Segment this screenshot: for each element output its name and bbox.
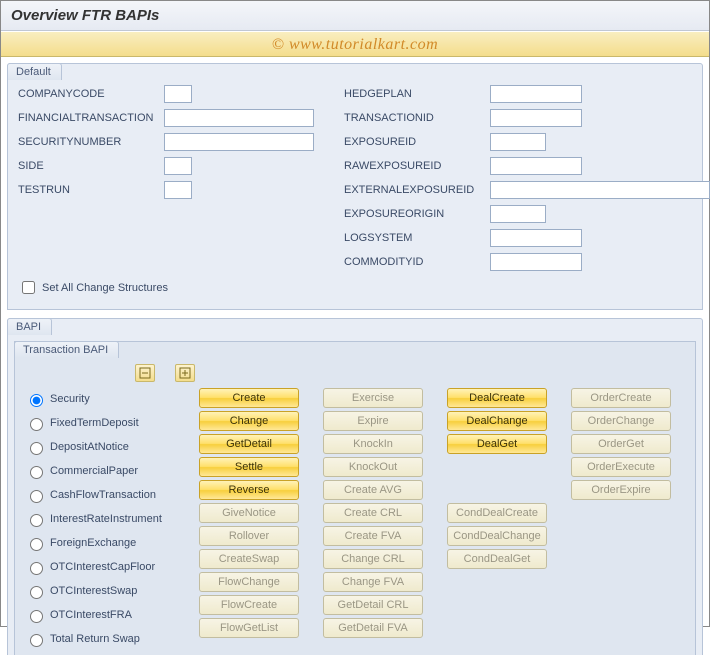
btn-orderget: OrderGet: [571, 434, 671, 454]
radio-label-7: OTCInterestCapFloor: [50, 561, 155, 573]
btn-flowgetlist: FlowGetList: [199, 618, 299, 638]
radio-commercialpaper[interactable]: [30, 466, 43, 479]
default-right-label-3: RAWEXPOSUREID: [344, 160, 484, 172]
default-right-label-6: LOGSYSTEM: [344, 232, 484, 244]
collapse-all-icon[interactable]: [135, 364, 155, 382]
default-left-label-1: FINANCIALTRANSACTION: [18, 112, 158, 124]
default-right-label-1: TRANSACTIONID: [344, 112, 484, 124]
groupbox-default-title: Default: [7, 63, 62, 80]
radio-label-8: OTCInterestSwap: [50, 585, 137, 597]
btn-change[interactable]: Change: [199, 411, 299, 431]
subgroup-transaction-bapi-title: Transaction BAPI: [14, 341, 119, 358]
btn-flowcreate: FlowCreate: [199, 595, 299, 615]
btn-changefva: Change FVA: [323, 572, 423, 592]
radio-label-3: CommercialPaper: [50, 465, 138, 477]
default-left-input-securitynumber[interactable]: [164, 133, 314, 151]
radio-label-5: InterestRateInstrument: [50, 513, 162, 525]
radio-label-0: Security: [50, 393, 90, 405]
radio-totalreturnswap[interactable]: [30, 634, 43, 647]
default-left-input-testrun[interactable]: [164, 181, 192, 199]
default-left-input-financialtransaction[interactable]: [164, 109, 314, 127]
radio-cashflowtransaction[interactable]: [30, 490, 43, 503]
watermark: © www.tutorialkart.com: [272, 36, 438, 53]
default-right-label-7: COMMODITYID: [344, 256, 484, 268]
page-title: Overview FTR BAPIs: [1, 1, 709, 31]
btn-createswap: CreateSwap: [199, 549, 299, 569]
btn-dealcreate[interactable]: DealCreate: [447, 388, 547, 408]
radio-label-4: CashFlowTransaction: [50, 489, 156, 501]
radio-otcinterestswap[interactable]: [30, 586, 43, 599]
radio-security[interactable]: [30, 394, 43, 407]
btn-createavg: Create AVG: [323, 480, 423, 500]
radio-label-9: OTCInterestFRA: [50, 609, 132, 621]
default-right-label-5: EXPOSUREORIGIN: [344, 208, 484, 220]
groupbox-bapi: BAPI Transaction BAPI Security FixedTermD…: [7, 318, 703, 655]
default-left-input-companycode[interactable]: [164, 85, 192, 103]
default-right-input-exposureorigin[interactable]: [490, 205, 546, 223]
btn-getdetail[interactable]: GetDetail: [199, 434, 299, 454]
expand-all-icon[interactable]: [175, 364, 195, 382]
btn-ordercreate: OrderCreate: [571, 388, 671, 408]
btn-createfva: Create FVA: [323, 526, 423, 546]
default-left-label-4: TESTRUN: [18, 184, 158, 196]
btn-createcrl: Create CRL: [323, 503, 423, 523]
default-left-label-2: SECURITYNUMBER: [18, 136, 158, 148]
btn-orderchange: OrderChange: [571, 411, 671, 431]
btn-settle[interactable]: Settle: [199, 457, 299, 477]
btn-getdetailfva: GetDetail FVA: [323, 618, 423, 638]
default-right-label-4: EXTERNALEXPOSUREID: [344, 184, 484, 196]
radio-depositatnotice[interactable]: [30, 442, 43, 455]
btn-rollover: Rollover: [199, 526, 299, 546]
btn-conddealcreate: CondDealCreate: [447, 503, 547, 523]
radio-fixedtermdeposit[interactable]: [30, 418, 43, 431]
btn-conddealget: CondDealGet: [447, 549, 547, 569]
default-right-input-externalexposureid[interactable]: [490, 181, 710, 199]
default-right-input-exposureid[interactable]: [490, 133, 546, 151]
btn-reverse[interactable]: Reverse: [199, 480, 299, 500]
default-right-input-transactionid[interactable]: [490, 109, 582, 127]
default-right-input-rawexposureid[interactable]: [490, 157, 582, 175]
set-all-change-structures-label: Set All Change Structures: [42, 282, 168, 294]
radio-label-1: FixedTermDeposit: [50, 417, 139, 429]
radio-otcinterestfra[interactable]: [30, 610, 43, 623]
default-left-input-side[interactable]: [164, 157, 192, 175]
btn-orderexpire: OrderExpire: [571, 480, 671, 500]
default-right-input-commodityid[interactable]: [490, 253, 582, 271]
default-right-label-0: HEDGEPLAN: [344, 88, 484, 100]
btn-flowchange: FlowChange: [199, 572, 299, 592]
radio-foreignexchange[interactable]: [30, 538, 43, 551]
btn-knockout: KnockOut: [323, 457, 423, 477]
radio-interestrateinstrument[interactable]: [30, 514, 43, 527]
btn-orderexecute: OrderExecute: [571, 457, 671, 477]
toolbar-strip: © www.tutorialkart.com: [1, 31, 709, 57]
subgroup-transaction-bapi: Transaction BAPI Security FixedTermDeposi…: [14, 341, 696, 655]
btn-conddealchange: CondDealChange: [447, 526, 547, 546]
btn-getdetailcrl: GetDetail CRL: [323, 595, 423, 615]
btn-exercise: Exercise: [323, 388, 423, 408]
default-right-label-2: EXPOSUREID: [344, 136, 484, 148]
groupbox-bapi-title: BAPI: [7, 318, 52, 335]
radio-label-2: DepositAtNotice: [50, 441, 129, 453]
default-left-label-0: COMPANYCODE: [18, 88, 158, 100]
groupbox-default: Default COMPANYCODE FINANCIALTRANSACTION S…: [7, 63, 703, 310]
btn-dealchange[interactable]: DealChange: [447, 411, 547, 431]
default-right-input-hedgeplan[interactable]: [490, 85, 582, 103]
btn-expire: Expire: [323, 411, 423, 431]
radio-otcinterestcapfloor[interactable]: [30, 562, 43, 575]
btn-dealget[interactable]: DealGet: [447, 434, 547, 454]
btn-changecrl: Change CRL: [323, 549, 423, 569]
set-all-change-structures-checkbox[interactable]: [22, 281, 35, 294]
default-left-label-3: SIDE: [18, 160, 158, 172]
btn-givenotice: GiveNotice: [199, 503, 299, 523]
btn-create[interactable]: Create: [199, 388, 299, 408]
btn-knockin: KnockIn: [323, 434, 423, 454]
default-right-input-logsystem[interactable]: [490, 229, 582, 247]
radio-label-10: Total Return Swap: [50, 633, 140, 645]
radio-label-6: ForeignExchange: [50, 537, 136, 549]
